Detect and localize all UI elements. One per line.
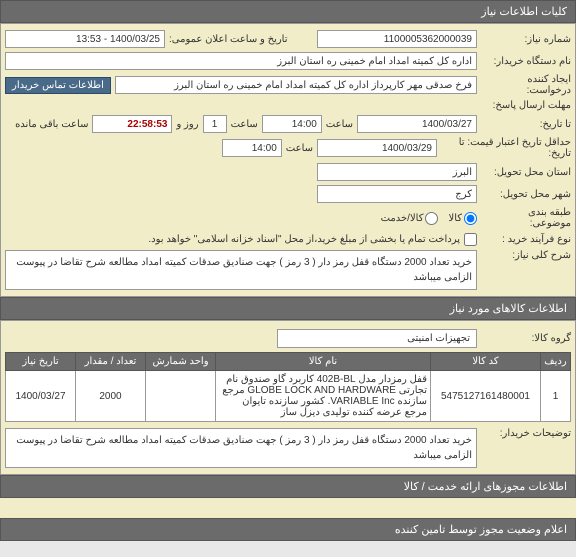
label-date-pub: تاریخ و ساعت اعلان عمومی: xyxy=(169,34,288,45)
radio-service-label: کالا/خدمت xyxy=(381,213,424,224)
cell-code: 5475127161480001 xyxy=(431,371,541,422)
radio-service-input[interactable] xyxy=(425,212,438,225)
section-header-footer: اطلاعات مجوزهای ارائه خدمت / کالا xyxy=(0,475,576,498)
section-header-status: اعلام وضعیت مجوز توسط تامین کننده xyxy=(0,518,576,541)
radio-goods-input[interactable] xyxy=(464,212,477,225)
cell-date: 1400/03/27 xyxy=(6,371,76,422)
label-buyer-notes: توضیحات خریدار: xyxy=(481,428,571,439)
field-cred-date: 1400/03/29 xyxy=(317,139,437,157)
label-saat1: ساعت xyxy=(326,119,353,130)
label-buyer-org: نام دستگاه خریدار: xyxy=(481,56,571,67)
field-main-desc: خرید تعداد 2000 دستگاه قفل رمز دار ( 3 ر… xyxy=(5,250,477,290)
field-date-pub: 1400/03/25 - 13:53 xyxy=(5,30,165,48)
radio-goods-label: کالا xyxy=(448,213,462,224)
label-saat2: ساعت xyxy=(231,119,258,130)
label-proc-type: نوع فرآیند خرید : xyxy=(481,234,571,245)
cell-qty: 2000 xyxy=(76,371,146,422)
field-city: کرج xyxy=(317,185,477,203)
th-row: ردیف xyxy=(541,353,571,371)
th-code: کد کالا xyxy=(431,353,541,371)
label-city: شهر محل تحویل: xyxy=(481,189,571,200)
field-goods-group: تجهیزات امنیتی xyxy=(277,329,477,348)
label-main-desc: شرح کلی نیاز: xyxy=(481,250,571,261)
field-buyer-org: اداره کل کمیته امداد امام خمینی ره استان… xyxy=(5,52,477,70)
field-cred-time: 14:00 xyxy=(222,139,282,157)
th-qty: تعداد / مقدار xyxy=(76,353,146,371)
label-province: استان محل تحویل: xyxy=(481,167,571,178)
label-remain: ساعت باقی مانده xyxy=(15,119,88,130)
section-header-items: اطلاعات کالاهای مورد نیاز xyxy=(0,297,576,320)
field-buyer-notes: خرید تعداد 2000 دستگاه قفل رمز دار ( 3 ر… xyxy=(5,428,477,468)
label-topic-cls: طبقه بندی موضوعی: xyxy=(481,207,571,229)
footer-spacer xyxy=(0,498,576,518)
section-header-main: کلیات اطلاعات نیاز xyxy=(0,0,576,23)
form-main: شماره نیاز: 1100005362000039 تاریخ و ساع… xyxy=(0,23,576,297)
cell-idx: 1 xyxy=(541,371,571,422)
label-saat3: ساعت xyxy=(286,143,313,154)
th-date: تاریخ نیاز xyxy=(6,353,76,371)
items-area: گروه کالا: تجهیزات امنیتی ردیف کد کالا ن… xyxy=(0,320,576,475)
radio-service[interactable]: کالا/خدمت xyxy=(381,212,439,225)
th-name: نام کالا xyxy=(216,353,431,371)
label-goods-group: گروه کالا: xyxy=(481,333,571,344)
field-reply-time: 14:00 xyxy=(262,115,322,133)
radio-goods[interactable]: کالا xyxy=(448,212,477,225)
field-req-no: 1100005362000039 xyxy=(317,30,477,48)
radio-group-type: کالا کالا/خدمت xyxy=(381,212,477,225)
label-until-date: تا تاریخ: xyxy=(481,119,571,130)
checkbox-treasury[interactable] xyxy=(464,233,477,246)
contact-info-button[interactable]: اطلاعات تماس خریدار xyxy=(5,77,111,94)
field-province: البرز xyxy=(317,163,477,181)
field-counter-time: 22:58:53 xyxy=(92,115,172,133)
label-creator: ایجاد کننده درخواست: xyxy=(481,74,571,96)
items-table: ردیف کد کالا نام کالا واحد شمارش تعداد /… xyxy=(5,352,571,422)
field-creator: فرخ صدقی مهر کارپرداز اداره کل کمیته امد… xyxy=(115,76,477,94)
label-min-cred: حداقل تاریخ اعتبار قیمت: تا تاریخ: xyxy=(441,137,571,159)
table-row: 1 5475127161480001 قفل رمزدار مدل 402B-B… xyxy=(6,371,571,422)
cell-unit xyxy=(146,371,216,422)
label-proc-note: پرداخت تمام یا بخشی از مبلغ خرید،از محل … xyxy=(148,234,460,245)
th-unit: واحد شمارش xyxy=(146,353,216,371)
label-req-no: شماره نیاز: xyxy=(481,34,571,45)
cell-name: قفل رمزدار مدل 402B-BL کاربرد گاو صندوق … xyxy=(216,371,431,422)
label-rooz: روز و xyxy=(176,119,198,130)
field-reply-date: 1400/03/27 xyxy=(357,115,477,133)
field-counter-days: 1 xyxy=(203,115,227,133)
table-header-row: ردیف کد کالا نام کالا واحد شمارش تعداد /… xyxy=(6,353,571,371)
label-reply-deadline: مهلت ارسال پاسخ: xyxy=(481,100,571,111)
